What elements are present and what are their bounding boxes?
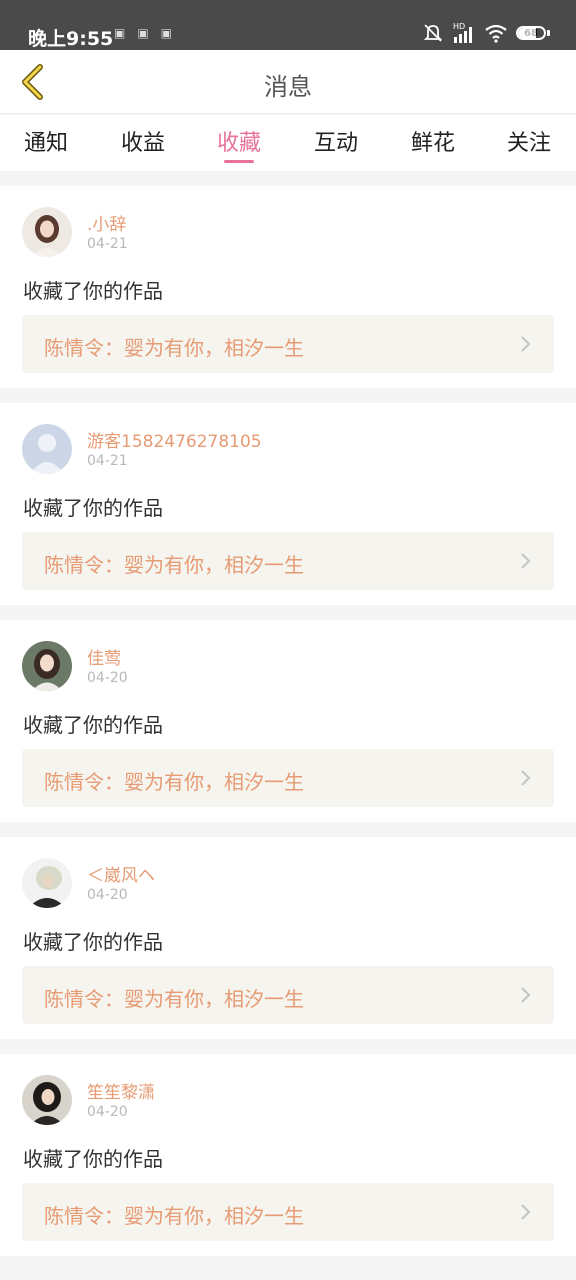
message-card: .小辞 04-21 收藏了你的作品 陈情令：婴为有你，相汐一生 [0,186,576,388]
work-title: 陈情令：婴为有你，相汐一生 [44,336,304,360]
message-text: 收藏了你的作品 [23,713,163,737]
work-title: 陈情令：婴为有你，相汐一生 [44,987,304,1011]
tab-bar: 通知 收益 收藏 互动 鲜花 关注 [0,115,576,171]
tab-flowers[interactable]: 鲜花 [411,125,455,157]
message-date: 04-21 [87,453,128,469]
work-title: 陈情令：婴为有你，相汐一生 [44,770,304,794]
chevron-right-icon [521,553,531,569]
message-text: 收藏了你的作品 [23,279,163,303]
work-link[interactable]: 陈情令：婴为有你，相汐一生 [22,532,554,590]
message-card: 笙笙黎潇 04-20 收藏了你的作品 陈情令：婴为有你，相汐一生 [0,1054,576,1256]
work-link[interactable]: 陈情令：婴为有你，相汐一生 [22,1183,554,1241]
message-text: 收藏了你的作品 [23,1147,163,1171]
username[interactable]: .小辞 [87,210,126,235]
work-link[interactable]: 陈情令：婴为有你，相汐一生 [22,315,554,373]
avatar[interactable] [22,424,72,474]
avatar[interactable] [22,207,72,257]
message-date: 04-21 [87,236,128,252]
battery-level: 68 [524,27,538,39]
message-date: 04-20 [87,887,128,903]
nav-bar: 消息 [0,50,576,114]
tab-favorites[interactable]: 收藏 [217,125,261,157]
username[interactable]: 佳莺 [87,644,121,669]
page-title: 消息 [264,73,312,101]
tab-earnings[interactable]: 收益 [121,125,165,157]
tab-notifications[interactable]: 通知 [24,125,68,157]
status-right-icons: HD 68 [422,22,550,44]
signal-icon: HD [452,22,476,44]
chevron-right-icon [521,1204,531,1220]
message-date: 04-20 [87,1104,128,1120]
chevron-right-icon [521,770,531,786]
notification-icons: ▣▣▣ [114,26,185,40]
username[interactable]: 游客1582476278105 [87,427,262,452]
chevron-right-icon [521,336,531,352]
username[interactable]: 笙笙黎潇 [87,1078,155,1103]
message-text: 收藏了你的作品 [23,930,163,954]
work-title: 陈情令：婴为有你，相汐一生 [44,553,304,577]
message-list: .小辞 04-21 收藏了你的作品 陈情令：婴为有你，相汐一生 游客158247… [0,171,576,1256]
message-card: 佳莺 04-20 收藏了你的作品 陈情令：婴为有你，相汐一生 [0,620,576,822]
avatar[interactable] [22,641,72,691]
wifi-icon [484,23,508,43]
chevron-right-icon [521,987,531,1003]
message-text: 收藏了你的作品 [23,496,163,520]
tab-follows[interactable]: 关注 [507,125,551,157]
work-title: 陈情令：婴为有你，相汐一生 [44,1204,304,1228]
work-link[interactable]: 陈情令：婴为有你，相汐一生 [22,966,554,1024]
avatar[interactable] [22,1075,72,1125]
work-link[interactable]: 陈情令：婴为有你，相汐一生 [22,749,554,807]
status-bar: 晚上9:55 ▣▣▣ HD 68 [0,0,576,50]
status-time: 晚上9:55 [28,28,114,50]
battery-icon: 68 [516,26,550,40]
message-card: 游客1582476278105 04-21 收藏了你的作品 陈情令：婴为有你，相… [0,403,576,605]
tab-interactions[interactable]: 互动 [314,125,358,157]
avatar[interactable] [22,858,72,908]
network-type: HD [453,22,465,31]
username[interactable]: ＜崴风ヘ [87,861,155,886]
message-card: ＜崴风ヘ 04-20 收藏了你的作品 陈情令：婴为有你，相汐一生 [0,837,576,1039]
mute-icon [422,23,444,43]
message-date: 04-20 [87,670,128,686]
active-tab-indicator [224,160,254,163]
